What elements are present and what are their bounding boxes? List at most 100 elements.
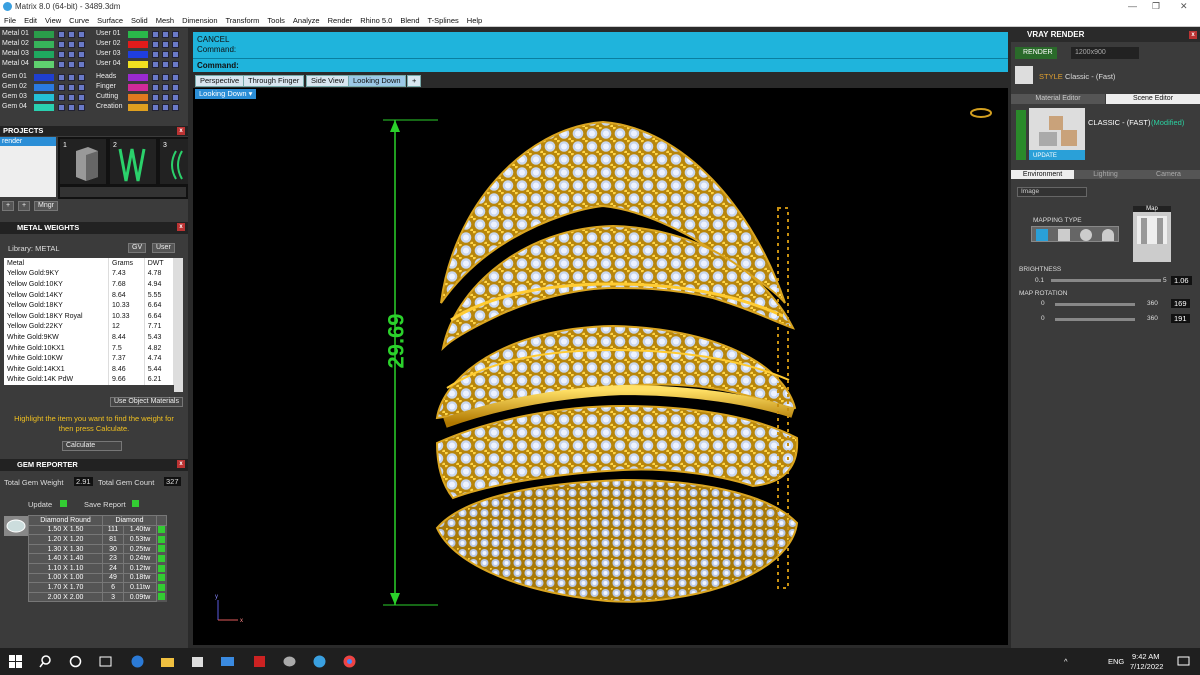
table-row[interactable]: 2.00 X 2.00 3 0.09tw: [28, 591, 167, 603]
visibility-icon[interactable]: [162, 74, 169, 81]
select-icon[interactable]: [78, 104, 85, 111]
menu-item-10[interactable]: Analyze: [289, 14, 324, 27]
visibility-icon[interactable]: [162, 31, 169, 38]
visibility-icon[interactable]: [68, 104, 75, 111]
select-icon[interactable]: [78, 84, 85, 91]
menu-item-4[interactable]: Surface: [93, 14, 127, 27]
mail-icon[interactable]: [220, 654, 235, 669]
select-icon[interactable]: [78, 31, 85, 38]
table-row[interactable]: White Gold:10KX1 7.5 4.82: [4, 342, 175, 354]
add-tab-button[interactable]: +: [407, 75, 422, 87]
tab-looking-down[interactable]: Looking Down: [348, 75, 406, 87]
table-row[interactable]: White Gold:9KW 8.44 5.43: [4, 332, 175, 343]
layer-color-swatch[interactable]: [34, 31, 54, 38]
layer-color-swatch[interactable]: [128, 41, 148, 48]
clock-time[interactable]: 9:42 AM: [1132, 652, 1160, 661]
visibility-icon[interactable]: [68, 51, 75, 58]
menu-item-0[interactable]: File: [0, 14, 20, 27]
user-button[interactable]: User: [152, 243, 175, 253]
layer-right-3[interactable]: User 04: [94, 60, 186, 69]
table-row[interactable]: 1.30 X 1.30 30 0.25tw: [28, 543, 167, 555]
app-red-icon[interactable]: [252, 654, 267, 669]
layer-right2-1[interactable]: Finger: [94, 83, 186, 92]
play-icon[interactable]: [132, 500, 139, 507]
table-row[interactable]: Yellow Gold:9KY 7.43 4.78: [4, 268, 175, 280]
table-row[interactable]: 1.00 X 1.00 49 0.18tw: [28, 572, 167, 584]
render-button[interactable]: RENDER: [1015, 47, 1057, 59]
lock-icon[interactable]: [152, 41, 159, 48]
menu-item-13[interactable]: Blend: [396, 14, 423, 27]
rotation2-value[interactable]: 191: [1171, 314, 1190, 323]
layer-left2-1[interactable]: Gem 02: [0, 83, 92, 92]
menu-item-8[interactable]: Transform: [222, 14, 264, 27]
mapping-sphere-icon[interactable]: [1080, 229, 1092, 241]
gem-report-table[interactable]: Diamond Round Diamond 1.50 X 1.50 111 1.40tw…: [28, 515, 167, 603]
select-icon[interactable]: [78, 41, 85, 48]
menu-item-14[interactable]: T-Splines: [424, 14, 463, 27]
lock-icon[interactable]: [58, 51, 65, 58]
update-preset-button[interactable]: UPDATE: [1033, 153, 1057, 159]
menu-item-7[interactable]: Dimension: [178, 14, 221, 27]
chrome-icon[interactable]: [342, 654, 357, 669]
layer-color-swatch[interactable]: [128, 74, 148, 81]
select-gem-icon[interactable]: [158, 535, 165, 543]
layer-right-2[interactable]: User 03: [94, 50, 186, 59]
tab-camera[interactable]: Camera: [1137, 170, 1200, 179]
close-icon[interactable]: x: [177, 223, 185, 231]
select-icon[interactable]: [172, 31, 179, 38]
rotation1-value[interactable]: 169: [1171, 299, 1190, 308]
projects-list[interactable]: render: [0, 137, 56, 197]
select-icon[interactable]: [78, 94, 85, 101]
layer-right2-3[interactable]: Creation: [94, 103, 186, 112]
rotation2-slider[interactable]: [1055, 318, 1135, 321]
brightness-slider[interactable]: [1051, 279, 1161, 282]
visibility-icon[interactable]: [68, 61, 75, 68]
layer-color-swatch[interactable]: [34, 84, 54, 91]
table-row[interactable]: Yellow Gold:22KY 12 7.71: [4, 321, 175, 333]
layer-color-swatch[interactable]: [34, 74, 54, 81]
manager-button[interactable]: Mngr: [34, 201, 58, 211]
table-row[interactable]: White Gold:14K PdW 9.66 6.21: [4, 374, 175, 386]
tab-side-view[interactable]: Side View: [306, 75, 350, 87]
language-indicator[interactable]: ENG: [1108, 657, 1124, 666]
edge-browser-icon[interactable]: [130, 654, 145, 669]
menu-item-6[interactable]: Mesh: [152, 14, 178, 27]
select-icon[interactable]: [172, 104, 179, 111]
tray-chevron-icon[interactable]: ^: [1064, 657, 1068, 666]
select-icon[interactable]: [172, 51, 179, 58]
table-row[interactable]: 1.40 X 1.40 23 0.24tw: [28, 553, 167, 564]
mapping-screen-icon[interactable]: [1036, 229, 1048, 241]
store-icon[interactable]: [190, 654, 205, 669]
table-row[interactable]: Yellow Gold:10KY 7.68 4.94: [4, 279, 175, 290]
visibility-icon[interactable]: [162, 94, 169, 101]
layer-left-1[interactable]: Metal 02: [0, 40, 92, 49]
visibility-icon[interactable]: [162, 104, 169, 111]
lock-icon[interactable]: [58, 104, 65, 111]
rotation1-slider[interactable]: [1055, 303, 1135, 306]
windows-start-icon[interactable]: [8, 654, 23, 669]
layer-color-swatch[interactable]: [128, 104, 148, 111]
minimize-button[interactable]: —: [1128, 1, 1137, 11]
search-icon[interactable]: [38, 654, 53, 669]
layer-right2-0[interactable]: Heads: [94, 73, 186, 82]
save-report-button[interactable]: Save Report: [84, 500, 126, 509]
table-row[interactable]: Yellow Gold:14KY 8.64 5.55: [4, 289, 175, 301]
tab-environment[interactable]: Environment: [1011, 170, 1074, 179]
preset-expand-handle[interactable]: [1016, 110, 1026, 160]
layer-left2-3[interactable]: Gem 04: [0, 103, 92, 112]
lock-icon[interactable]: [58, 41, 65, 48]
layer-right-1[interactable]: User 02: [94, 40, 186, 49]
layer-left-3[interactable]: Metal 04: [0, 60, 92, 69]
add-project-button[interactable]: +: [2, 201, 15, 211]
lock-icon[interactable]: [152, 51, 159, 58]
table-row[interactable]: 1.50 X 1.50 111 1.40tw: [28, 524, 167, 536]
close-icon[interactable]: x: [177, 127, 185, 135]
lock-icon[interactable]: [152, 74, 159, 81]
metal-weights-table[interactable]: Metal Grams DWT Yellow Gold:9KY 7.43 4.78 Yell…: [4, 258, 175, 386]
menu-item-5[interactable]: Solid: [127, 14, 152, 27]
lock-icon[interactable]: [58, 61, 65, 68]
menu-item-12[interactable]: Rhino 5.0: [356, 14, 396, 27]
task-view-icon[interactable]: [68, 654, 83, 669]
select-gem-icon[interactable]: [158, 593, 165, 601]
select-icon[interactable]: [172, 41, 179, 48]
